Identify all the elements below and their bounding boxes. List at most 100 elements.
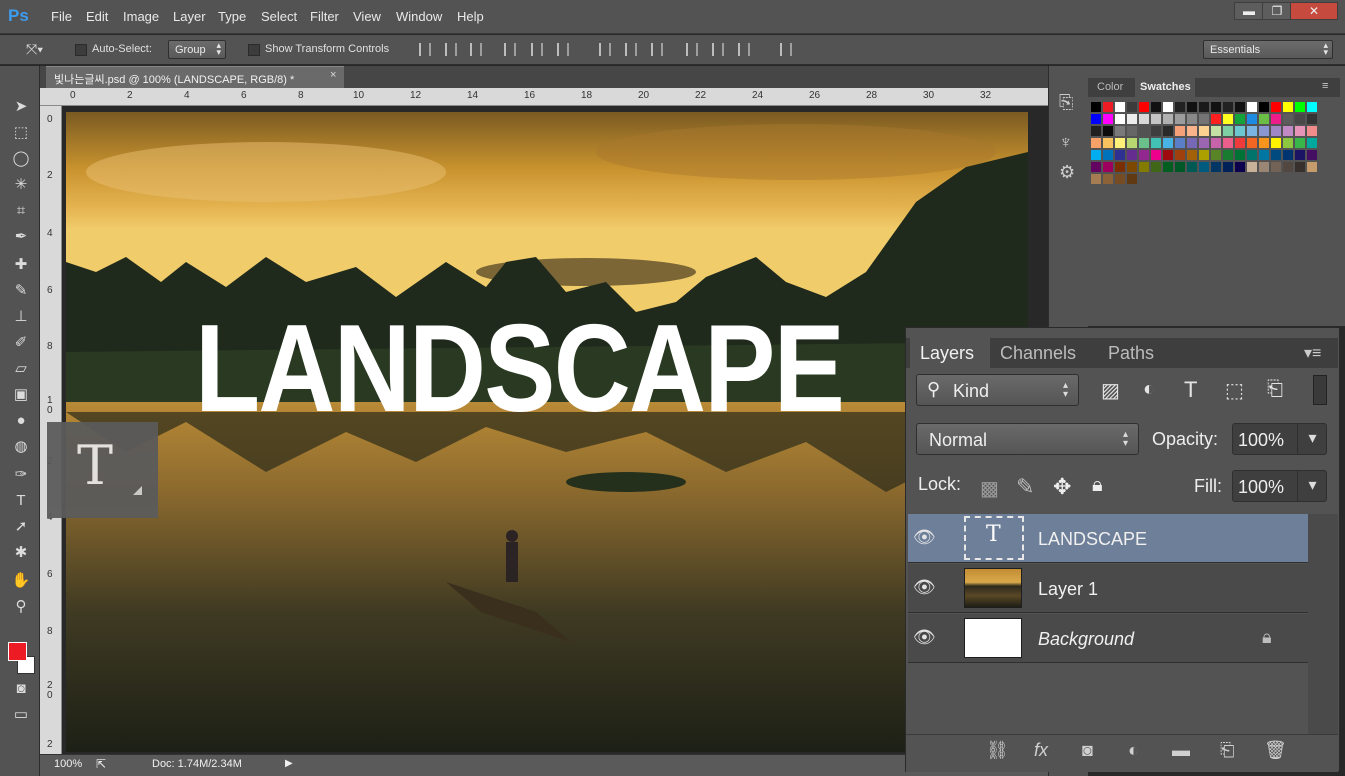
color-swatch[interactable] <box>1151 102 1161 112</box>
color-swatch[interactable] <box>1187 102 1197 112</box>
tab-color[interactable]: Color <box>1097 81 1123 93</box>
color-swatch[interactable] <box>1247 102 1257 112</box>
move-tool-icon[interactable]: ➤ <box>10 96 32 118</box>
color-swatch[interactable] <box>1259 114 1269 124</box>
color-swatch[interactable] <box>1199 138 1209 148</box>
color-swatch[interactable] <box>1271 138 1281 148</box>
layer-name[interactable]: Layer 1 <box>1038 579 1098 600</box>
menu-edit[interactable]: Edit <box>86 9 108 24</box>
shape-filter-icon[interactable]: ⬚ <box>1225 378 1244 403</box>
tab-paths[interactable]: Paths <box>1108 343 1154 364</box>
color-swatch[interactable] <box>1187 150 1197 160</box>
color-swatch[interactable] <box>1235 162 1245 172</box>
color-swatch[interactable] <box>1247 162 1257 172</box>
eyedropper-icon[interactable]: ✒ <box>10 226 32 248</box>
magic-wand-icon[interactable]: ✳ <box>10 174 32 196</box>
menu-filter[interactable]: Filter <box>310 9 339 24</box>
type-tool-icon[interactable]: T <box>10 490 32 512</box>
color-swatch[interactable] <box>1103 174 1113 184</box>
blend-mode-dropdown[interactable]: Normal ▴ ▾ <box>916 423 1139 455</box>
color-swatch[interactable] <box>1283 162 1293 172</box>
color-swatch[interactable] <box>1295 126 1305 136</box>
color-swatch[interactable] <box>1091 126 1101 136</box>
color-swatch[interactable] <box>1127 114 1137 124</box>
color-swatch[interactable] <box>1211 114 1221 124</box>
delete-layer-icon[interactable]: 🗑︎ <box>1264 740 1287 761</box>
history-brush-icon[interactable]: ✐ <box>10 332 32 354</box>
color-swatch[interactable] <box>1211 102 1221 112</box>
gradient-tool-icon[interactable]: ▣ <box>10 384 32 406</box>
color-swatch[interactable] <box>1175 126 1185 136</box>
minimize-button[interactable]: ▬ <box>1234 2 1264 20</box>
color-swatch[interactable] <box>1127 126 1137 136</box>
smart-object-filter-icon[interactable]: ⎗ <box>1267 378 1283 401</box>
color-swatch[interactable] <box>1271 162 1281 172</box>
color-swatch[interactable] <box>1127 102 1137 112</box>
color-swatch[interactable] <box>1163 150 1173 160</box>
eye-icon[interactable]: 👁︎ <box>913 527 936 548</box>
color-swatch[interactable] <box>1139 102 1149 112</box>
color-swatch[interactable] <box>1103 138 1113 148</box>
color-swatch[interactable] <box>1223 162 1233 172</box>
adjustment-filter-icon[interactable]: ◐ <box>1143 378 1155 401</box>
brush-tool-icon[interactable]: ✎ <box>10 280 32 302</box>
color-swatch[interactable] <box>1151 162 1161 172</box>
menu-image[interactable]: Image <box>123 9 159 24</box>
distribute-left-icon[interactable] <box>686 43 698 56</box>
show-transform-checkbox[interactable] <box>248 44 260 56</box>
brush-presets-icon[interactable]: ♆ <box>1059 132 1073 153</box>
menu-type[interactable]: Type <box>218 9 246 24</box>
chevron-down-icon[interactable]: ▾ <box>1297 471 1327 501</box>
distribute-vcenter-icon[interactable] <box>625 43 637 56</box>
history-panel-icon[interactable]: ⎘ <box>1059 92 1073 113</box>
status-menu-arrow-icon[interactable]: ▶ <box>285 758 293 769</box>
auto-select-dropdown[interactable]: Group ▴ ▾ <box>168 40 226 59</box>
layer-name[interactable]: Background <box>1038 629 1134 650</box>
color-swatch[interactable] <box>1091 114 1101 124</box>
color-swatch[interactable] <box>1187 162 1197 172</box>
color-swatch[interactable] <box>1259 138 1269 148</box>
color-swatch[interactable] <box>1151 150 1161 160</box>
color-swatch[interactable] <box>1175 138 1185 148</box>
color-swatch[interactable] <box>1175 162 1185 172</box>
layers-scrollbar[interactable] <box>1308 514 1338 734</box>
color-swatch[interactable] <box>1247 138 1257 148</box>
canvas-area[interactable]: LANDSCAPE <box>62 106 1048 754</box>
color-swatch[interactable] <box>1283 138 1293 148</box>
fx-icon[interactable]: fx <box>1034 740 1048 761</box>
color-swatch[interactable] <box>1307 150 1317 160</box>
color-swatch[interactable] <box>1151 114 1161 124</box>
distribute-right-icon[interactable] <box>738 43 750 56</box>
color-swatch[interactable] <box>1163 162 1173 172</box>
eye-icon[interactable]: 👁︎ <box>913 577 936 598</box>
dodge-tool-icon[interactable]: ◍ <box>10 436 32 458</box>
pen-tool-icon[interactable]: ✑ <box>10 464 32 486</box>
color-swatch[interactable] <box>1235 102 1245 112</box>
color-swatch[interactable] <box>1295 138 1305 148</box>
move-tool-preset-icon[interactable]: ⤧▾ <box>26 41 43 58</box>
blur-tool-icon[interactable]: ● <box>10 410 32 432</box>
color-swatch[interactable] <box>1151 138 1161 148</box>
color-swatch[interactable] <box>1175 114 1185 124</box>
type-filter-icon[interactable]: T <box>1184 377 1197 403</box>
distribute-bottom-icon[interactable] <box>651 43 663 56</box>
color-swatch[interactable] <box>1307 114 1317 124</box>
color-swatch[interactable] <box>1103 102 1113 112</box>
menu-help[interactable]: Help <box>457 9 484 24</box>
color-swatch[interactable] <box>1271 102 1281 112</box>
add-mask-icon[interactable]: ◙ <box>1082 740 1093 761</box>
color-swatch[interactable] <box>1139 114 1149 124</box>
color-swatch[interactable] <box>1235 126 1245 136</box>
lock-all-icon[interactable]: 🔒︎ <box>1092 474 1103 497</box>
color-swatch[interactable] <box>1115 138 1125 148</box>
color-swatch[interactable] <box>1223 138 1233 148</box>
color-swatch[interactable] <box>1307 102 1317 112</box>
color-swatch[interactable] <box>1115 174 1125 184</box>
align-vcenter-icon[interactable] <box>445 43 457 56</box>
lasso-tool-icon[interactable]: ◯ <box>10 148 32 170</box>
zoom-readout[interactable]: 100% <box>54 758 82 770</box>
menu-view[interactable]: View <box>353 9 381 24</box>
align-bottom-icon[interactable] <box>470 43 482 56</box>
color-swatch[interactable] <box>1127 138 1137 148</box>
screen-mode-icon[interactable]: ▭ <box>10 704 32 726</box>
